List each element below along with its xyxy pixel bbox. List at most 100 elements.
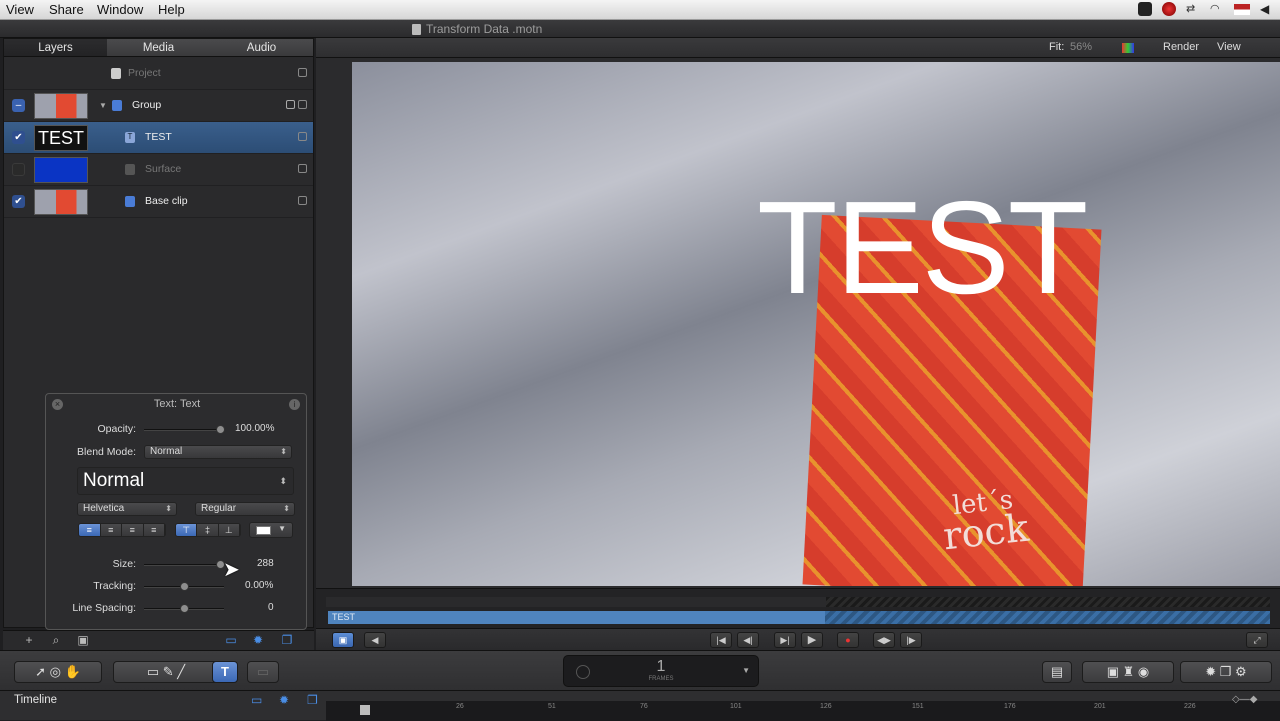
align-right-icon[interactable]: ≡ — [122, 524, 144, 536]
add-object-tools[interactable]: ▣ ♜ ◉ — [1082, 661, 1174, 683]
opacity-slider[interactable] — [144, 425, 225, 434]
align-top-icon[interactable]: ⊤ — [176, 524, 198, 536]
slider-knob[interactable] — [180, 582, 189, 591]
timeline-filters-icon[interactable]: ❐ — [307, 693, 318, 707]
line-spacing-value[interactable]: 0 — [268, 602, 274, 613]
keyframe-icon[interactable]: ▤ — [1042, 661, 1072, 683]
lock-icon[interactable] — [298, 196, 307, 205]
fit-value[interactable]: 56% — [1070, 41, 1092, 53]
ruler-tick: 126 — [820, 703, 832, 710]
base-clip-enable-checkbox[interactable]: ✔ — [12, 195, 25, 208]
play-range[interactable] — [326, 597, 826, 607]
lock-icon[interactable] — [298, 100, 307, 109]
tracking-slider[interactable] — [144, 582, 224, 591]
canvas-text-overlay[interactable]: TEST — [757, 182, 1088, 314]
record-tray-icon[interactable] — [1162, 2, 1176, 16]
menu-share[interactable]: Share — [49, 2, 84, 17]
go-to-start-icon[interactable]: |◀ — [710, 632, 732, 648]
show-mask-icon[interactable]: ▭ — [224, 634, 238, 647]
lock-icon[interactable] — [298, 132, 307, 141]
opacity-value[interactable]: 100.00% — [235, 423, 274, 434]
align-left-icon[interactable]: ≡ — [79, 524, 101, 536]
previous-frame-icon[interactable]: ◀| — [737, 632, 759, 648]
play-range-icon[interactable]: |▶ — [900, 632, 922, 648]
channels-icon[interactable] — [1122, 43, 1134, 53]
record-icon[interactable]: ● — [837, 632, 859, 648]
layer-row-surface[interactable]: Surface — [4, 154, 313, 186]
size-slider[interactable] — [144, 560, 225, 569]
next-frame-icon[interactable]: ▶| — [774, 632, 796, 648]
layer-row-base-clip[interactable]: ✔ Base clip — [4, 186, 313, 218]
font-family-popup[interactable]: Helvetica — [77, 502, 177, 516]
size-value[interactable]: 288 — [257, 558, 274, 569]
group-options-icon[interactable] — [286, 100, 295, 109]
zoom-slider[interactable]: ◇—◆ — [1232, 694, 1257, 705]
menu-view[interactable]: View — [6, 2, 34, 17]
playhead-icon[interactable] — [360, 705, 370, 715]
sync-icon[interactable]: ⇄ — [1186, 2, 1200, 16]
flag-icon[interactable] — [1234, 3, 1250, 15]
show-filters-icon[interactable]: ❐ — [280, 634, 294, 647]
mask-tool-icon[interactable]: ▭ — [247, 661, 279, 683]
ruler-tick: 151 — [912, 703, 924, 710]
project-row[interactable]: Project — [4, 58, 313, 90]
surface-enable-checkbox[interactable] — [12, 163, 25, 176]
canvas[interactable]: let´s rock TEST — [316, 58, 1280, 588]
tab-layers[interactable]: Layers — [4, 39, 107, 56]
alignment-segmented[interactable]: ≡ ≡ ≡ ≡ — [78, 523, 166, 537]
timeline-label: Timeline — [14, 694, 58, 706]
tab-audio[interactable]: Audio — [210, 39, 313, 56]
thumbnail-toggle-icon[interactable]: ▣ — [76, 634, 90, 647]
behaviors-filters-tools[interactable]: ✹ ❐ ⚙ — [1180, 661, 1272, 683]
justify-icon[interactable]: ≡ — [143, 524, 165, 536]
ruler-tick: 51 — [548, 703, 556, 710]
show-behaviors-icon[interactable]: ✹ — [251, 634, 265, 647]
wifi-icon[interactable]: ◠ — [1210, 2, 1224, 16]
go-to-end-icon[interactable]: ◀▶ — [873, 632, 895, 648]
hud-title: Text: Text — [153, 398, 201, 410]
slider-knob[interactable] — [180, 604, 189, 613]
search-icon[interactable]: ⌕ — [49, 634, 63, 647]
timeline-ruler[interactable]: 26 51 76 101 126 151 176 201 226 — [326, 701, 1280, 721]
loop-icon[interactable]: ▣ — [332, 632, 354, 648]
layer-row-group[interactable]: – ▼ Group — [4, 90, 313, 122]
menu-window[interactable]: Window — [97, 2, 143, 17]
text-enable-checkbox[interactable]: ✔ — [12, 131, 25, 144]
add-icon[interactable]: + — [22, 634, 36, 647]
align-center-icon[interactable]: ≡ — [100, 524, 122, 536]
timeline-behaviors-icon[interactable]: ✹ — [279, 693, 289, 707]
view-menu[interactable]: View — [1217, 41, 1241, 53]
align-middle-icon[interactable]: ‡ — [197, 524, 219, 536]
group-enable-checkbox[interactable]: – — [12, 99, 25, 112]
render-menu[interactable]: Render — [1163, 41, 1199, 53]
line-spacing-slider[interactable] — [144, 604, 224, 613]
tab-media[interactable]: Media — [107, 39, 210, 56]
text-tool-icon[interactable]: T — [212, 661, 238, 683]
select-tools[interactable]: ➚ ◎ ✋ — [14, 661, 102, 683]
track-label[interactable]: TEST — [328, 611, 825, 624]
disclosure-triangle-icon[interactable]: ▼ — [99, 101, 107, 110]
font-style-popup[interactable]: Regular — [195, 502, 295, 516]
text-color-well[interactable]: ▼ — [249, 522, 293, 538]
tracking-value[interactable]: 0.00% — [245, 580, 273, 591]
audio-icon[interactable]: ◀ — [364, 632, 386, 648]
mouse-cursor-icon: ➤ — [223, 559, 240, 581]
blend-mode-popup[interactable]: Normal — [144, 445, 292, 459]
layer-row-text[interactable]: ✔ TEST T TEST — [4, 122, 313, 154]
info-icon[interactable]: i — [289, 399, 300, 410]
lock-icon[interactable] — [298, 68, 307, 77]
volume-icon[interactable]: ◀ — [1260, 2, 1274, 16]
ruler-tick: 76 — [640, 703, 648, 710]
play-icon[interactable]: ▶ — [801, 632, 823, 648]
frame-counter[interactable]: 1 FRAMES ▼ — [563, 655, 759, 687]
style-preset-popup[interactable]: Normal ⬍ — [77, 467, 294, 495]
slider-knob[interactable] — [216, 425, 225, 434]
app-tray-icon[interactable] — [1138, 2, 1152, 16]
lock-icon[interactable] — [298, 164, 307, 173]
shape-tools[interactable]: ▭ ✎ ╱ — [113, 661, 219, 683]
timeline-mask-icon[interactable]: ▭ — [251, 693, 262, 707]
fullscreen-icon[interactable]: ⤢ — [1246, 632, 1268, 648]
align-bottom-icon[interactable]: ⊥ — [218, 524, 240, 536]
vertical-align-segmented[interactable]: ⊤ ‡ ⊥ — [175, 523, 241, 537]
menu-help[interactable]: Help — [158, 2, 185, 17]
